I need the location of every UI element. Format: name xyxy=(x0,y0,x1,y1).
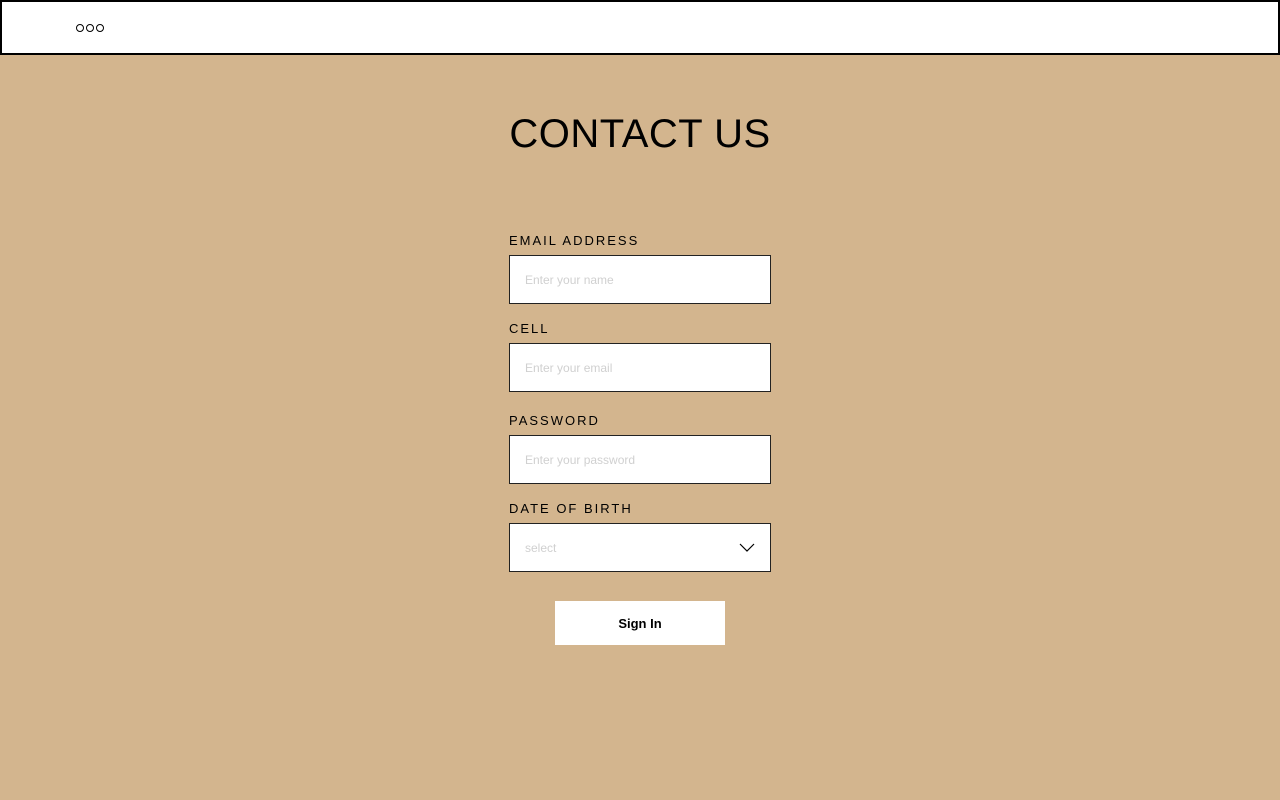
password-input[interactable] xyxy=(525,452,755,467)
date-of-birth-label: DATE OF BIRTH xyxy=(509,501,633,516)
window-dot-icon xyxy=(96,24,104,32)
cell-input[interactable] xyxy=(525,360,755,375)
date-of-birth-selected-value: select xyxy=(525,540,557,555)
password-field-box xyxy=(509,435,771,484)
top-bar xyxy=(0,0,1280,55)
window-dot-icon xyxy=(76,24,84,32)
window-dot-icon xyxy=(86,24,94,32)
page-title: CONTACT US xyxy=(509,112,771,156)
cell-field-box xyxy=(509,343,771,392)
email-address-label: EMAIL ADDRESS xyxy=(509,233,640,248)
email-address-field-box xyxy=(509,255,771,304)
cell-label: CELL xyxy=(509,321,550,336)
password-label: PASSWORD xyxy=(509,413,600,428)
sign-in-button[interactable]: Sign In xyxy=(555,601,725,645)
email-address-input[interactable] xyxy=(525,272,755,287)
window-dots-menu[interactable] xyxy=(76,24,104,32)
date-of-birth-select[interactable]: select xyxy=(509,523,771,572)
chevron-down-icon xyxy=(739,543,755,552)
